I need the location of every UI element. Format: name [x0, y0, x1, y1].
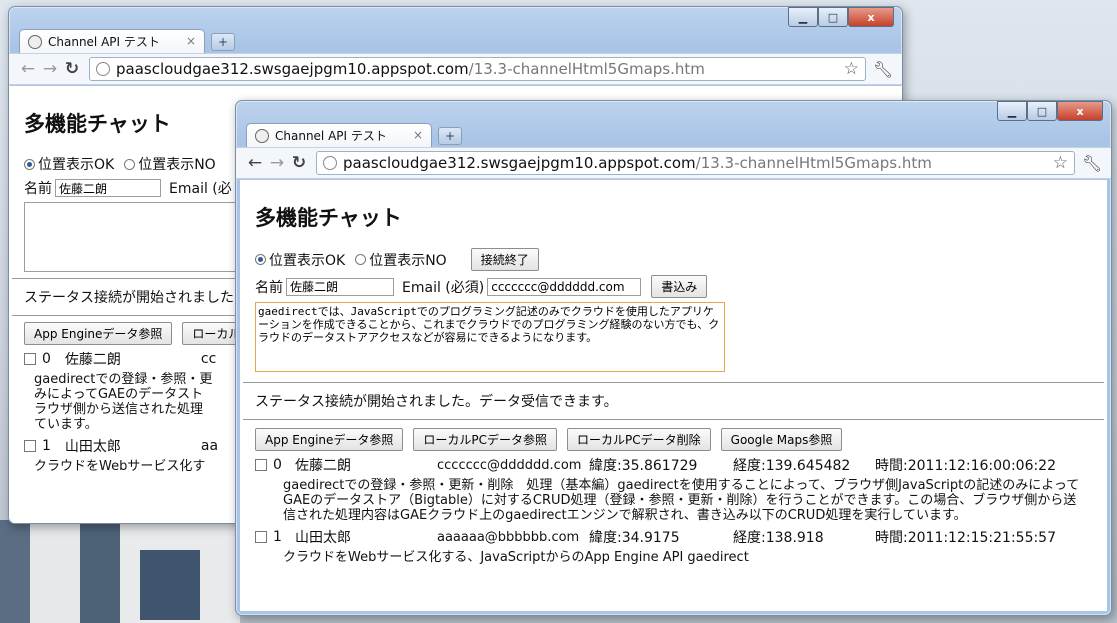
browser-window-front: ▁ □ x Channel API テスト × + ← → ↻ paasclou…: [235, 100, 1112, 616]
radio-location-no[interactable]: [124, 158, 136, 170]
reload-icon[interactable]: ↻: [61, 59, 83, 79]
forward-arrow-icon[interactable]: →: [266, 153, 288, 173]
status-text: ステータス接続が開始されました。データ受信できます。: [255, 394, 618, 410]
maximize-button[interactable]: □: [818, 7, 848, 27]
window-controls: ▁ □ x: [788, 7, 894, 27]
radio-location-ok[interactable]: [255, 254, 266, 265]
minimize-button[interactable]: ▁: [997, 101, 1027, 121]
local-pc-data-button[interactable]: ローカルPCデータ参照: [413, 428, 558, 451]
browser-tab[interactable]: Channel API テスト ×: [19, 29, 205, 53]
tab-title: Channel API テスト: [48, 35, 160, 49]
maximize-button[interactable]: □: [1027, 101, 1057, 121]
write-button[interactable]: 書込み: [651, 275, 708, 298]
globe-icon: [323, 156, 337, 170]
record-body: gaedirectでの登録・参照・更新・削除 処理（基本編）gaedirectを…: [283, 478, 1080, 523]
appengine-data-button[interactable]: App Engineデータ参照: [255, 428, 404, 451]
page-title: 多機能チャット: [255, 206, 402, 230]
email-input[interactable]: [487, 277, 642, 296]
list-item: 1 山田太郎 aaaaaa@bbbbbb.com 緯度:34.9175 経度:1…: [255, 527, 1092, 547]
name-input[interactable]: [55, 179, 161, 197]
tab-close-icon[interactable]: ×: [186, 34, 196, 48]
desktop-background: [0, 520, 240, 623]
new-tab-button[interactable]: +: [438, 127, 462, 145]
back-arrow-icon[interactable]: ←: [244, 153, 266, 173]
forward-arrow-icon[interactable]: →: [39, 59, 61, 79]
list-item: 0 佐藤二朗 ccccccc@dddddd.com 緯度:35.861729 経…: [255, 455, 1092, 475]
globe-icon: [96, 62, 110, 76]
tab-close-icon[interactable]: ×: [413, 128, 423, 142]
new-tab-button[interactable]: +: [211, 33, 235, 51]
name-input[interactable]: [286, 277, 394, 296]
window-controls: ▁ □ x: [997, 101, 1103, 121]
record-checkbox[interactable]: [255, 459, 267, 471]
close-button[interactable]: x: [1057, 101, 1103, 121]
tab-title: Channel API テスト: [275, 129, 387, 143]
favicon-icon: [28, 34, 42, 49]
record-checkbox[interactable]: [24, 440, 36, 452]
wrench-icon[interactable]: 🔧︎: [872, 60, 894, 79]
message-textarea[interactable]: gaedirectでは、JavaScriptでのプログラミング記述のみでクラウド…: [255, 302, 725, 372]
end-connection-button[interactable]: 接続終了: [470, 248, 539, 271]
page-content: 多機能チャット 位置表示OK 位置表示NO 接続終了 名前 Email (必須)…: [240, 180, 1107, 611]
appengine-data-button[interactable]: App Engineデータ参照: [24, 322, 173, 345]
record-body: クラウドをWebサービス化する、JavaScriptからのApp Engine …: [283, 550, 749, 565]
wrench-icon[interactable]: 🔧︎: [1081, 154, 1103, 173]
radio-location-no[interactable]: [355, 254, 367, 265]
reload-icon[interactable]: ↻: [288, 153, 310, 173]
local-pc-delete-button[interactable]: ローカルPCデータ削除: [567, 428, 711, 451]
google-maps-button[interactable]: Google Maps参照: [720, 428, 843, 451]
close-button[interactable]: x: [848, 7, 894, 27]
minimize-button[interactable]: ▁: [788, 7, 818, 27]
record-checkbox[interactable]: [24, 353, 36, 365]
radio-location-ok[interactable]: [24, 158, 35, 170]
address-bar[interactable]: paascloudgae312.swsgaejpgm10.appspot.com…: [89, 57, 866, 81]
browser-tab[interactable]: Channel API テスト ×: [246, 123, 432, 147]
favicon-icon: [255, 128, 269, 143]
address-bar[interactable]: paascloudgae312.swsgaejpgm10.appspot.com…: [316, 151, 1075, 175]
star-icon[interactable]: ☆: [844, 59, 859, 79]
record-checkbox[interactable]: [255, 531, 267, 543]
back-arrow-icon[interactable]: ←: [17, 59, 39, 79]
star-icon[interactable]: ☆: [1053, 153, 1068, 173]
